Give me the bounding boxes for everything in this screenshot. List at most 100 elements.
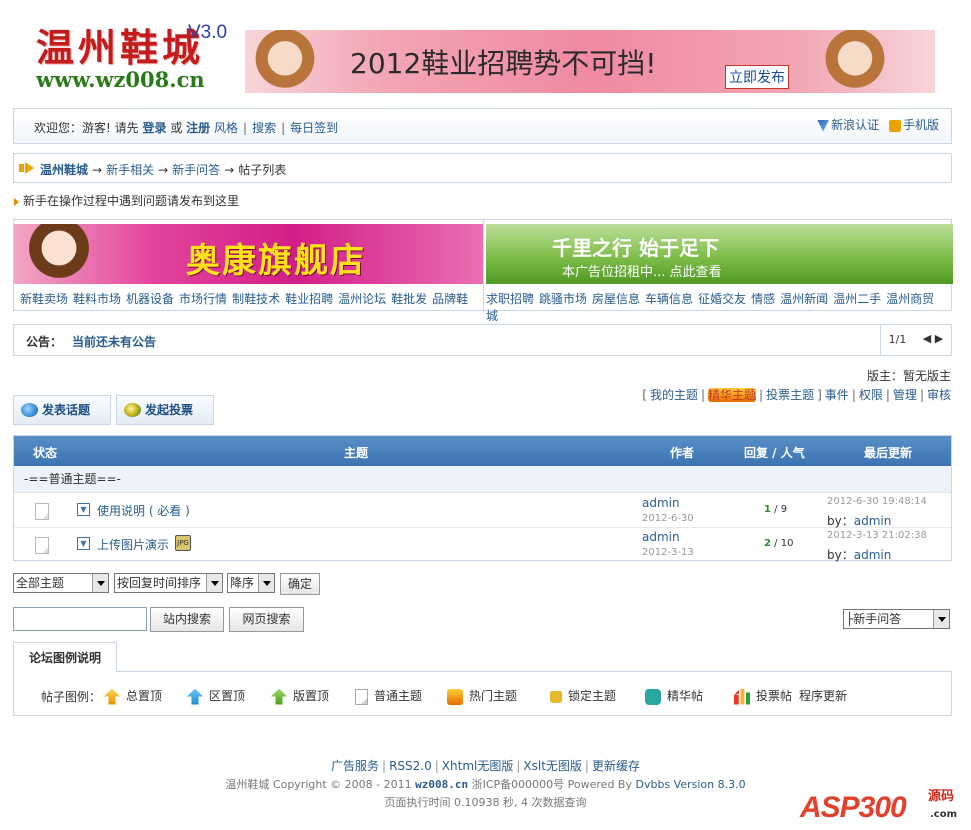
ad-links-right: 求职招聘 跳骚市场 房屋信息 车辆信息 征婚交友 情感 温州新闻 温州二手 温州商贸城 (486, 290, 951, 324)
speech-bubble-icon (21, 403, 38, 417)
section-row: -==普通主题==- (14, 466, 951, 493)
ad-link[interactable]: 求职招聘 (486, 292, 534, 306)
login-link[interactable]: 登录 (142, 121, 166, 135)
reply-count: 1 (764, 504, 771, 515)
footer-link[interactable]: Xslt无图版 (523, 759, 582, 773)
announcement-text[interactable]: 当前还未有公告 (72, 333, 156, 350)
announcement-bar: 公告： 当前还未有公告 1/1 ◀ ▶ (13, 324, 952, 356)
ad-link[interactable]: 机器设备 (126, 292, 174, 306)
topic-table: 状态 主题 作者 回复 / 人气 最后更新 -==普通主题==- ▼ 使用说明 … (13, 435, 952, 562)
expand-icon[interactable]: ▼ (77, 537, 90, 550)
top-banner-ad[interactable]: 2012鞋业招聘势不可挡! 立即发布 (245, 30, 935, 93)
footer-link[interactable]: 更新缓存 (592, 759, 640, 773)
forum-jump-select[interactable]: ├新手问答 (843, 609, 950, 629)
footer-link[interactable]: 广告服务 (331, 759, 379, 773)
ad-link[interactable]: 征婚交友 (698, 292, 746, 306)
sort-order-value: 降序 (230, 576, 255, 590)
footer-link[interactable]: RSS2.0 (389, 759, 432, 773)
filter-polls[interactable]: 投票主题 (766, 388, 814, 402)
ad-link[interactable]: 制鞋技术 (232, 292, 280, 306)
col-last-update: 最后更新 (864, 446, 913, 460)
style-link[interactable]: 风格 (214, 121, 238, 135)
filter-events[interactable]: 事件 (825, 388, 849, 402)
breadcrumb-level1[interactable]: 新手相关 (106, 163, 154, 177)
prev-icon[interactable]: ◀ (923, 332, 931, 345)
checkin-link[interactable]: 每日签到 (290, 121, 338, 135)
site-logo[interactable]: 温州鞋城 www.wz008.cn V3.0 (30, 22, 240, 92)
next-icon[interactable]: ▶ (935, 332, 943, 345)
ad-rent[interactable]: 千里之行 始于足下 本广告位招租中... 点此查看 (486, 224, 953, 284)
confirm-button[interactable]: 确定 (280, 573, 320, 595)
ad-link[interactable]: 鞋批发 (391, 292, 427, 306)
announcement-nav: ◀ ▶ (914, 325, 952, 355)
filter-audit[interactable]: 审核 (927, 388, 951, 402)
welcome-text: 欢迎您：游客! 请先 (34, 121, 139, 135)
filter-digest[interactable]: 精华主题 (708, 388, 757, 402)
ad1-text: 奥康旗舰店 (186, 241, 366, 281)
header: 温州鞋城 www.wz008.cn V3.0 2012鞋业招聘势不可挡! 立即发… (0, 0, 971, 100)
sort-order-select[interactable]: 降序 (227, 573, 275, 593)
topic-author[interactable]: admin (642, 530, 680, 544)
chevron-down-icon (933, 610, 949, 628)
last-poster[interactable]: admin (854, 548, 892, 562)
topic-author[interactable]: admin (642, 496, 680, 510)
search-link[interactable]: 搜索 (252, 121, 276, 135)
start-poll-button[interactable]: 发起投票 (116, 395, 214, 425)
poll-chart-icon (734, 688, 750, 705)
ad-link[interactable]: 市场行情 (179, 292, 227, 306)
breadcrumb-level2[interactable]: 新手问答 (172, 163, 220, 177)
logo-chinese: 温州鞋城 (36, 25, 205, 70)
topic-title[interactable]: 上传图片演示 (97, 536, 169, 553)
footer-link[interactable]: Xhtml无图版 (442, 759, 514, 773)
filter-permissions[interactable]: 权限 (859, 388, 883, 402)
expand-icon[interactable]: ▼ (77, 503, 90, 516)
search-input[interactable] (13, 607, 147, 631)
ad-link[interactable]: 温州二手 (833, 292, 881, 306)
triangle-icon (14, 197, 19, 206)
topic-scope-select[interactable]: 全部主题 (13, 573, 109, 593)
watermark-com: .com (930, 809, 958, 820)
ad-link[interactable]: 房屋信息 (592, 292, 640, 306)
legend-item: 投票帖 (734, 687, 792, 705)
ad-link[interactable]: 温州论坛 (338, 292, 386, 306)
sort-field-select[interactable]: 按回复时间排序 (114, 573, 223, 593)
banner-publish-button[interactable]: 立即发布 (725, 65, 789, 89)
ad-link[interactable]: 鞋业招聘 (285, 292, 333, 306)
legend-item: 总置顶 (104, 687, 162, 705)
post-topic-button[interactable]: 发表话题 (13, 395, 111, 425)
ad-link[interactable]: 鞋料市场 (73, 292, 121, 306)
footer-powered-name[interactable]: Dvbbs Version 8.3.0 (635, 778, 745, 791)
ad-link[interactable]: 新鞋卖场 (20, 292, 68, 306)
banner-text: 2012鞋业招聘势不可挡! (350, 47, 657, 80)
table-header: 状态 主题 作者 回复 / 人气 最后更新 (14, 436, 951, 466)
forum-description: 新手在操作过程中遇到问题请发布到这里 (14, 192, 239, 209)
sort-field-value: 按回复时间排序 (117, 576, 202, 590)
weibo-link[interactable]: 新浪认证 (831, 118, 879, 132)
ad-link[interactable]: 跳骚市场 (539, 292, 587, 306)
forum-description-text: 新手在操作过程中遇到问题请发布到这里 (23, 194, 240, 208)
table-row: ▼ 上传图片演示 JPG admin 2012-3-13 2 / 10 2012… (14, 528, 951, 562)
view-count: / 10 (774, 538, 794, 549)
ad-link[interactable]: 情感 (751, 292, 775, 306)
breadcrumb-home[interactable]: 温州鞋城 (40, 163, 88, 177)
footer-domain[interactable]: wz008.cn (415, 778, 468, 791)
web-search-button[interactable]: 网页搜索 (229, 607, 304, 632)
register-link[interactable]: 注册 (186, 121, 210, 135)
legend-panel: 帖子图例： 总置顶 区置顶 版置顶 普通主题 热门主题 锁定主题 精华帖 投票帖… (13, 671, 952, 716)
ad-link[interactable]: 温州新闻 (780, 292, 828, 306)
mobile-link[interactable]: 手机版 (903, 118, 939, 132)
announcement-page: 1/1 (880, 325, 914, 355)
ad-aokang[interactable]: 奥康旗舰店 (14, 224, 483, 284)
chevron-down-icon (92, 574, 108, 592)
banner-face-icon (815, 30, 895, 93)
site-search-button[interactable]: 站内搜索 (150, 607, 224, 632)
filter-my-topics[interactable]: 我的主题 (650, 388, 698, 402)
start-poll-label: 发起投票 (145, 403, 194, 417)
topic-title[interactable]: 使用说明 ( 必看 ) (97, 502, 190, 519)
ad-link[interactable]: 品牌鞋 (432, 292, 468, 306)
announcement-label: 公告： (26, 335, 63, 349)
last-poster[interactable]: admin (854, 514, 892, 528)
ad-link[interactable]: 车辆信息 (645, 292, 693, 306)
filter-manage[interactable]: 管理 (893, 388, 917, 402)
legend-tab[interactable]: 论坛图例说明 (13, 642, 117, 672)
